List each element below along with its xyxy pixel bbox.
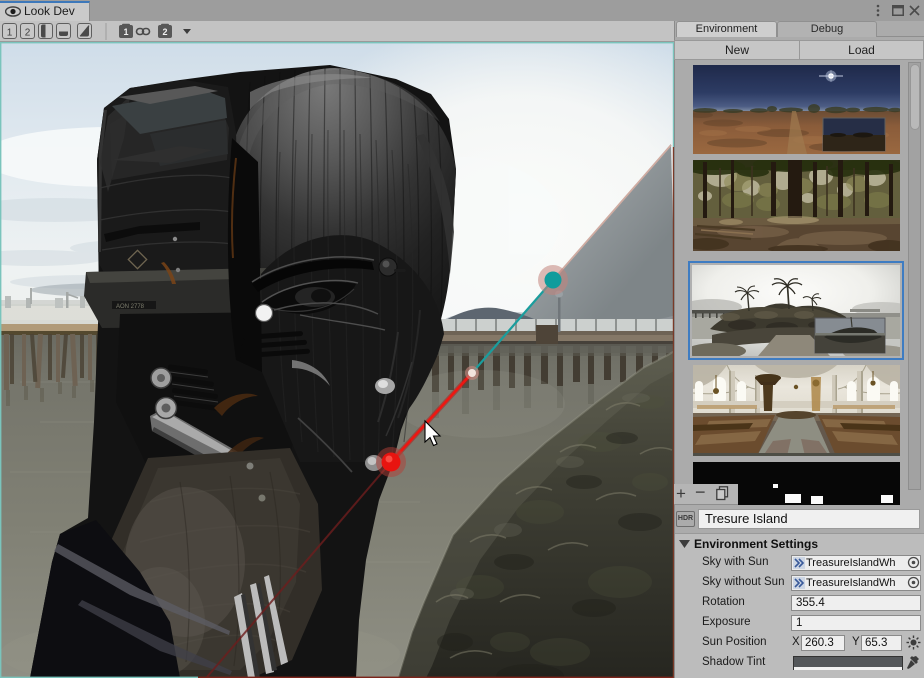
svg-text:1: 1	[123, 27, 128, 37]
svg-text:AON 2778: AON 2778	[116, 304, 145, 310]
svg-text:1: 1	[7, 28, 13, 39]
svg-text:2: 2	[25, 28, 31, 39]
svg-text:2: 2	[162, 27, 167, 37]
